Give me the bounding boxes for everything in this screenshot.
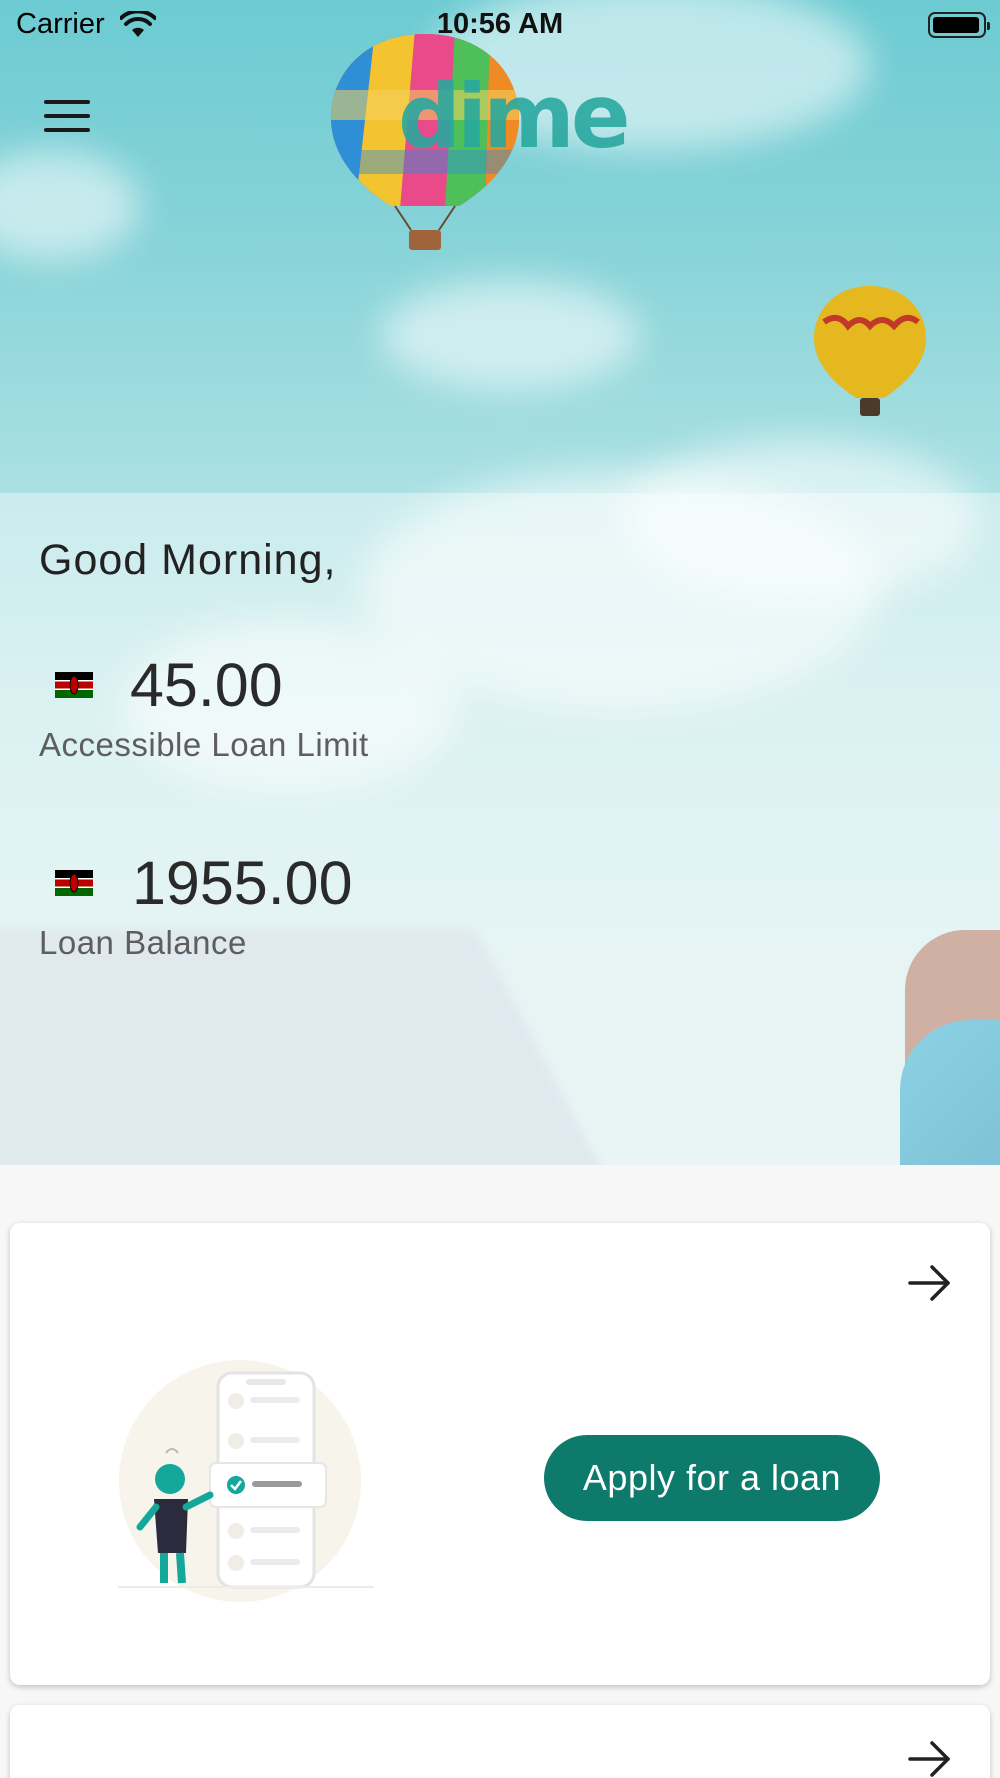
home-screen: Carrier 10:56 AM dime Good Morning, 45.0…: [0, 0, 1000, 1778]
loan-balance-label: Loan Balance: [39, 924, 247, 961]
battery-icon: [928, 12, 990, 38]
dime-logo: dime: [398, 65, 631, 168]
loan-limit-amount: 45.00: [130, 651, 283, 719]
apply-loan-card[interactable]: Apply for a loan: [10, 1223, 990, 1685]
arrow-right-icon[interactable]: [908, 1739, 952, 1778]
hamburger-menu-icon[interactable]: [44, 100, 90, 134]
apply-for-loan-button[interactable]: Apply for a loan: [544, 1435, 880, 1521]
kenya-flag-icon: [55, 870, 93, 896]
kenya-flag-icon: [55, 672, 93, 698]
status-bar: Carrier 10:56 AM: [0, 0, 1000, 50]
loan-balance-amount: 1955.00: [132, 849, 353, 917]
loan-limit-label: Accessible Loan Limit: [39, 726, 369, 763]
greeting-text: Good Morning,: [39, 536, 337, 584]
hot-air-balloon-small-image: [814, 286, 926, 416]
status-time: 10:56 AM: [436, 8, 564, 40]
loan-application-illustration: [118, 1360, 374, 1602]
secondary-card[interactable]: [10, 1705, 990, 1778]
arrow-right-icon[interactable]: [908, 1263, 952, 1303]
